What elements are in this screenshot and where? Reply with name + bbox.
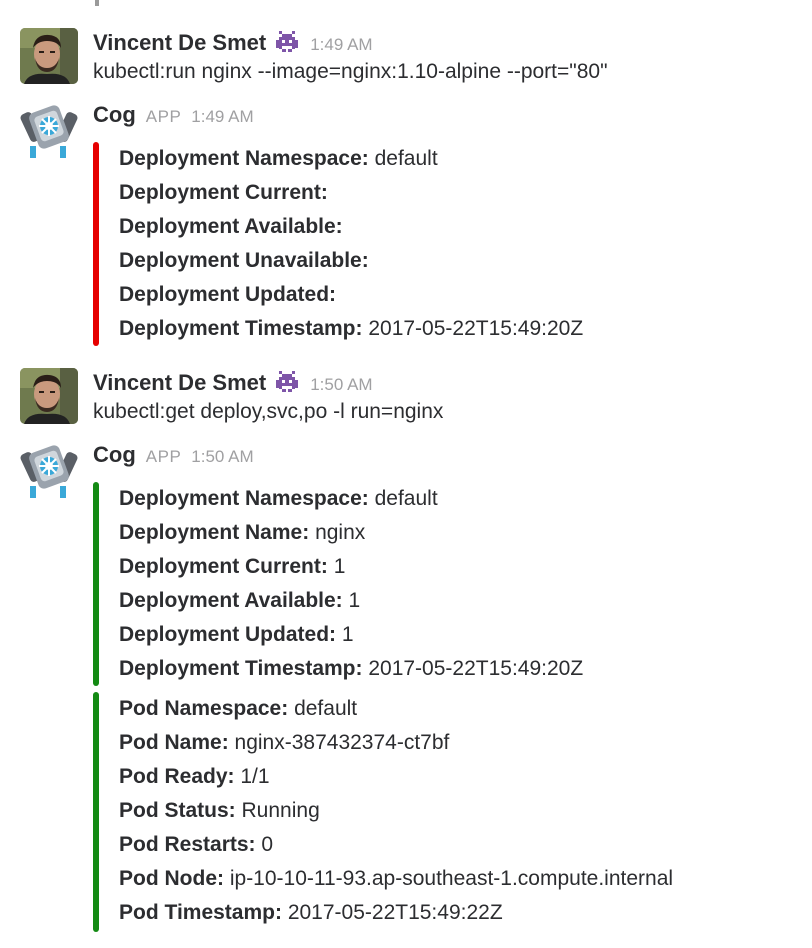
field-key: Pod Restarts: xyxy=(119,833,256,856)
field-value: Running xyxy=(241,799,320,822)
app-badge: APP xyxy=(145,447,182,466)
space-invader-icon xyxy=(274,31,300,53)
attachment-field: Deployment Current: 1 xyxy=(119,550,345,584)
field-value: 1 xyxy=(333,555,346,578)
attachment-field: Deployment Available: 1 xyxy=(119,584,360,618)
field-value: 2017-05-22T15:49:20Z xyxy=(368,317,584,340)
field-value: default xyxy=(374,487,438,510)
field-value: 0 xyxy=(261,833,274,856)
field-key: Deployment Available: xyxy=(119,215,343,238)
field-key: Deployment Namespace: xyxy=(119,487,369,510)
attachment: Pod Namespace: default Pod Name: nginx-3… xyxy=(93,692,793,932)
field-value: default xyxy=(374,147,438,170)
field-value: 1/1 xyxy=(240,765,270,788)
message-text: kubectl:get deploy,svc,po -l run=nginx xyxy=(93,400,444,423)
field-key: Pod Status: xyxy=(119,799,236,822)
attachment-field: Deployment Updated: xyxy=(119,278,336,312)
message-timestamp[interactable]: 1:50 AM xyxy=(310,375,372,395)
attachment-color-bar xyxy=(93,482,99,686)
field-value: 2017-05-22T15:49:20Z xyxy=(368,657,584,680)
attachment-field: Pod Node: ip-10-10-11-93.ap-southeast-1.… xyxy=(119,862,673,896)
attachment-field: Deployment Updated: 1 xyxy=(119,618,354,652)
message-header: Vincent De Smet 1:50 AM xyxy=(93,368,373,396)
field-key: Deployment Current: xyxy=(119,555,328,578)
attachment-field: Pod Status: Running xyxy=(119,794,320,828)
message-header: Cog APP 1:50 AM xyxy=(93,442,254,468)
field-key: Deployment Timestamp: xyxy=(119,317,363,340)
attachment-field: Deployment Unavailable: xyxy=(119,244,369,278)
attachment: Deployment Namespace: default Deployment… xyxy=(93,482,793,686)
field-key: Deployment Namespace: xyxy=(119,147,369,170)
field-key: Deployment Unavailable: xyxy=(119,249,369,272)
avatar[interactable] xyxy=(20,28,78,84)
attachment-field: Deployment Name: nginx xyxy=(119,516,365,550)
app-badge: APP xyxy=(145,107,182,126)
attachment-field: Pod Timestamp: 2017-05-22T15:49:22Z xyxy=(119,896,503,930)
field-key: Pod Node: xyxy=(119,867,224,890)
sender-name[interactable]: Cog xyxy=(93,442,136,468)
attachment-field: Deployment Current: xyxy=(119,176,328,210)
field-key: Deployment Available: xyxy=(119,589,343,612)
attachment-color-bar xyxy=(93,692,99,932)
attachment-field: Deployment Namespace: default xyxy=(119,142,438,176)
attachment-field: Pod Name: nginx-387432374-ct7bf xyxy=(119,726,449,760)
message-timestamp[interactable]: 1:49 AM xyxy=(310,35,372,55)
field-value: nginx-387432374-ct7bf xyxy=(234,731,450,754)
field-value: 1 xyxy=(341,623,354,646)
message-header: Cog APP 1:49 AM xyxy=(93,102,254,128)
field-value: nginx xyxy=(315,521,366,544)
field-key: Deployment Updated: xyxy=(119,623,337,646)
message-text: kubectl:run nginx --image=nginx:1.10-alp… xyxy=(93,60,608,83)
attachment-field: Deployment Timestamp: 2017-05-22T15:49:2… xyxy=(119,312,583,346)
sender-name[interactable]: Vincent De Smet xyxy=(93,30,266,56)
field-value: ip-10-10-11-93.ap-southeast-1.compute.in… xyxy=(229,867,674,890)
field-key: Pod Timestamp: xyxy=(119,901,282,924)
message-timestamp[interactable]: 1:50 AM xyxy=(191,447,253,467)
scroll-divider xyxy=(95,0,99,6)
field-key: Deployment Name: xyxy=(119,521,310,544)
avatar[interactable] xyxy=(20,442,78,498)
attachment-field: Deployment Available: xyxy=(119,210,343,244)
field-key: Pod Namespace: xyxy=(119,697,289,720)
space-invader-icon xyxy=(274,371,300,393)
sender-name[interactable]: Cog xyxy=(93,102,136,128)
attachment-field: Pod Restarts: 0 xyxy=(119,828,273,862)
attachment: Deployment Namespace: default Deployment… xyxy=(93,142,793,346)
message-timestamp[interactable]: 1:49 AM xyxy=(191,107,253,127)
sender-name[interactable]: Vincent De Smet xyxy=(93,370,266,396)
field-key: Deployment Current: xyxy=(119,181,328,204)
avatar[interactable] xyxy=(20,102,78,158)
field-value: 1 xyxy=(348,589,361,612)
field-value: 2017-05-22T15:49:22Z xyxy=(287,901,503,924)
field-key: Deployment Timestamp: xyxy=(119,657,363,680)
attachment-field: Deployment Timestamp: 2017-05-22T15:49:2… xyxy=(119,652,583,686)
attachment-color-bar xyxy=(93,142,99,346)
attachment-field: Pod Namespace: default xyxy=(119,692,357,726)
field-key: Pod Ready: xyxy=(119,765,235,788)
message-header: Vincent De Smet 1:49 AM xyxy=(93,28,373,56)
field-key: Deployment Updated: xyxy=(119,283,337,306)
attachment-field: Deployment Namespace: default xyxy=(119,482,438,516)
field-key: Pod Name: xyxy=(119,731,229,754)
attachment-field: Pod Ready: 1/1 xyxy=(119,760,270,794)
avatar[interactable] xyxy=(20,368,78,424)
field-value: default xyxy=(294,697,358,720)
